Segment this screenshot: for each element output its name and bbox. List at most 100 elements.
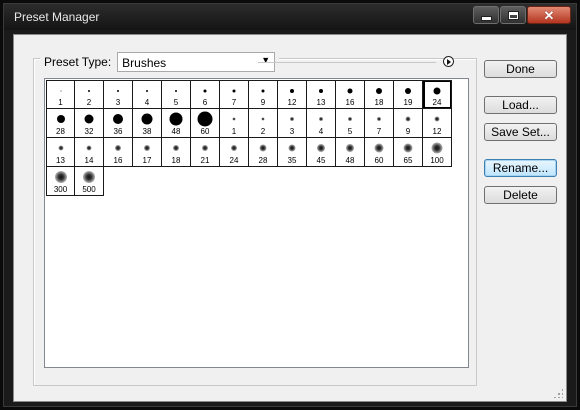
brush-preset-soft-24[interactable]: 24 bbox=[220, 138, 249, 167]
brush-preset-hard-5[interactable]: 5 bbox=[162, 80, 191, 109]
brush-preset-hard-13[interactable]: 13 bbox=[307, 80, 336, 109]
brush-preset-hard-32[interactable]: 32 bbox=[75, 109, 104, 138]
brush-preset-hard-18[interactable]: 18 bbox=[365, 80, 394, 109]
brush-preset-hard-3[interactable]: 3 bbox=[104, 80, 133, 109]
brush-size-label: 3 bbox=[289, 127, 295, 136]
brush-tip-icon bbox=[261, 117, 265, 121]
brush-tip-icon bbox=[202, 145, 208, 151]
brush-size-label: 16 bbox=[113, 156, 123, 165]
brush-preset-soft-18[interactable]: 18 bbox=[162, 138, 191, 167]
brush-size-label: 2 bbox=[260, 127, 266, 136]
brush-preset-hard-36[interactable]: 36 bbox=[104, 109, 133, 138]
brush-size-label: 48 bbox=[345, 156, 355, 165]
brush-preset-hard-16[interactable]: 16 bbox=[336, 80, 365, 109]
brush-preset-hard-1[interactable]: 1 bbox=[46, 80, 75, 109]
brush-tip-icon bbox=[319, 117, 323, 121]
brush-size-label: 1 bbox=[231, 127, 237, 136]
rename-button[interactable]: Rename... bbox=[484, 159, 557, 177]
brush-preset-soft-4[interactable]: 4 bbox=[307, 109, 336, 138]
brush-preset-hard-60[interactable]: 60 bbox=[191, 109, 220, 138]
brush-tip-icon bbox=[319, 89, 323, 93]
brush-tip-icon bbox=[434, 116, 440, 122]
minimize-button[interactable] bbox=[473, 6, 499, 24]
brush-tip-icon bbox=[231, 145, 237, 151]
brush-size-label: 13 bbox=[56, 156, 65, 165]
window-controls: ✕ bbox=[472, 6, 571, 24]
brush-preset-soft-16[interactable]: 16 bbox=[104, 138, 133, 167]
brush-preset-soft-7[interactable]: 7 bbox=[365, 109, 394, 138]
brush-preset-hard-38[interactable]: 38 bbox=[133, 109, 162, 138]
brush-preset-soft-48[interactable]: 48 bbox=[336, 138, 365, 167]
brush-size-label: 24 bbox=[229, 156, 239, 165]
brush-preset-soft-1[interactable]: 1 bbox=[220, 109, 249, 138]
brush-preset-hard-28[interactable]: 28 bbox=[46, 109, 75, 138]
brush-preset-soft-35[interactable]: 35 bbox=[278, 138, 307, 167]
brush-preset-soft-9[interactable]: 9 bbox=[394, 109, 423, 138]
brush-size-label: 12 bbox=[287, 98, 297, 107]
brush-size-label: 19 bbox=[403, 98, 413, 107]
brush-preset-soft-3[interactable]: 3 bbox=[278, 109, 307, 138]
brush-preset-soft-65[interactable]: 65 bbox=[394, 138, 423, 167]
preset-manager-window: Preset Manager ✕ Preset Type: Brushes ▼ bbox=[3, 3, 577, 407]
minimize-icon bbox=[480, 15, 492, 21]
brush-size-label: 7 bbox=[376, 127, 382, 136]
brush-preset-hard-19[interactable]: 19 bbox=[394, 80, 423, 109]
preset-type-dropdown[interactable]: Brushes ▼ bbox=[117, 52, 276, 72]
load-button[interactable]: Load... bbox=[484, 96, 557, 114]
brush-preset-hard-6[interactable]: 6 bbox=[191, 80, 220, 109]
brush-preset-hard-12[interactable]: 12 bbox=[278, 80, 307, 109]
brush-size-label: 1 bbox=[58, 98, 63, 107]
brush-tip-icon bbox=[144, 145, 150, 151]
brush-size-label: 18 bbox=[171, 156, 181, 165]
preset-list[interactable]: 1 2 3 4 5 6 7 9 12 13 16 18 19 24 28 32 36 38 48 60 1 2 3 4 5 7 9 1… bbox=[44, 78, 469, 368]
brush-preset-soft-100[interactable]: 100 bbox=[423, 138, 452, 167]
resize-grip[interactable] bbox=[553, 388, 563, 398]
brush-preset-hard-48[interactable]: 48 bbox=[162, 109, 191, 138]
brush-tip-icon bbox=[232, 117, 236, 121]
brush-size-label: 13 bbox=[316, 98, 326, 107]
brush-preset-soft-2[interactable]: 2 bbox=[249, 109, 278, 138]
delete-button[interactable]: Delete bbox=[484, 186, 557, 204]
brush-preset-hard-7[interactable]: 7 bbox=[220, 80, 249, 109]
brush-preset-soft-13[interactable]: 13 bbox=[46, 138, 75, 167]
brush-size-label: 5 bbox=[347, 127, 353, 136]
brush-preset-soft-14[interactable]: 14 bbox=[75, 138, 104, 167]
brush-preset-soft-21[interactable]: 21 bbox=[191, 138, 220, 167]
close-button[interactable]: ✕ bbox=[527, 6, 571, 24]
brush-preset-soft-5[interactable]: 5 bbox=[336, 109, 365, 138]
brush-preset-soft-17[interactable]: 17 bbox=[133, 138, 162, 167]
brush-size-label: 9 bbox=[405, 127, 411, 136]
brush-tip-icon bbox=[317, 144, 325, 152]
brush-preset-hard-24[interactable]: 24 bbox=[423, 80, 452, 109]
brush-preset-hard-4[interactable]: 4 bbox=[133, 80, 162, 109]
brush-size-label: 5 bbox=[173, 98, 179, 107]
brush-size-label: 35 bbox=[287, 156, 297, 165]
dialog-content: Preset Type: Brushes ▼ 1 2 3 4 5 6 7 9 12 13 16 18 1… bbox=[13, 34, 567, 402]
brush-tip-icon bbox=[60, 90, 61, 92]
brush-tip-icon bbox=[346, 144, 354, 152]
title-bar[interactable]: Preset Manager ✕ bbox=[4, 4, 576, 30]
chevron-down-icon: ▼ bbox=[261, 55, 271, 65]
brush-size-label: 6 bbox=[202, 98, 208, 107]
save-set-button[interactable]: Save Set... bbox=[484, 123, 557, 141]
maximize-button[interactable] bbox=[500, 6, 526, 24]
brush-size-label: 28 bbox=[258, 156, 268, 165]
brush-preset-hard-2[interactable]: 2 bbox=[75, 80, 104, 109]
flyout-menu-button[interactable] bbox=[443, 56, 454, 67]
brush-preset-hard-9[interactable]: 9 bbox=[249, 80, 278, 109]
brush-tip-icon bbox=[113, 114, 123, 124]
done-button[interactable]: Done bbox=[484, 60, 557, 78]
brush-preset-soft-500[interactable]: 500 bbox=[75, 167, 104, 196]
brush-preset-soft-300[interactable]: 300 bbox=[46, 167, 75, 196]
brush-preset-soft-60[interactable]: 60 bbox=[365, 138, 394, 167]
window-title: Preset Manager bbox=[14, 10, 100, 24]
brush-tip-icon bbox=[261, 89, 265, 93]
brush-tip-icon bbox=[175, 90, 177, 92]
brush-preset-soft-12[interactable]: 12 bbox=[423, 109, 452, 138]
brush-preset-soft-45[interactable]: 45 bbox=[307, 138, 336, 167]
brush-size-label: 60 bbox=[374, 156, 384, 165]
brush-size-label: 21 bbox=[200, 156, 210, 165]
brush-preset-soft-28[interactable]: 28 bbox=[249, 138, 278, 167]
brush-size-label: 4 bbox=[318, 127, 324, 136]
brush-tip-icon bbox=[56, 115, 65, 123]
